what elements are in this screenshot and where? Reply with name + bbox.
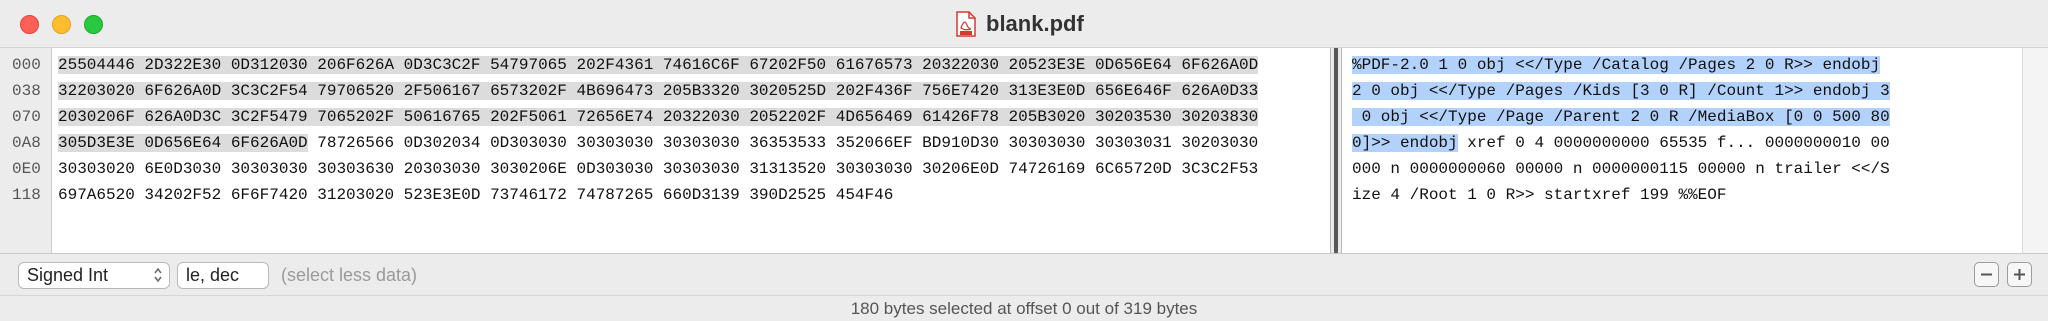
hex-row[interactable]: 32203020 6F626A0D 3C3C2F54 79706520 2F50… xyxy=(58,78,1259,104)
text-selected[interactable]: 0 obj <</Type /Page /Parent 2 0 R /Media… xyxy=(1352,108,1890,126)
endianness-format-button[interactable]: le, dec xyxy=(177,262,269,289)
offset-label: 118 xyxy=(12,186,41,204)
value-inspector-hint: (select less data) xyxy=(281,265,418,285)
text-row[interactable]: %PDF-2.0 1 0 obj <</Type /Catalog /Pages… xyxy=(1352,52,1881,78)
hex-selected-bytes[interactable]: 305D3E3E 0D656E64 6F626A0D xyxy=(58,134,308,152)
add-inspector-button[interactable] xyxy=(2007,262,2032,287)
hex-selected-bytes[interactable]: 2030206F 626A0D3C 3C2F5479 7065202F 5061… xyxy=(58,108,1259,126)
offset-label: 070 xyxy=(12,108,41,126)
hex-bytes[interactable]: 78726566 0D302034 0D303030 30303030 3030… xyxy=(308,134,1258,152)
vertical-scrollbar[interactable] xyxy=(2022,48,2048,253)
hex-bytes[interactable]: 697A6520 34202F52 6F6F7420 31203020 523E… xyxy=(58,186,893,204)
close-window-button[interactable] xyxy=(20,15,39,34)
text-selected[interactable]: 2 0 obj <</Type /Pages /Kids [3 0 R] /Co… xyxy=(1352,82,1890,100)
minus-icon xyxy=(1981,273,1992,276)
hex-row[interactable]: 30303020 6E0D3030 30303030 30303630 2030… xyxy=(58,156,1258,182)
hex-bytes[interactable]: 30303020 6E0D3030 30303030 30303630 2030… xyxy=(58,160,1258,178)
pane-splitter[interactable] xyxy=(1330,48,1342,253)
hex-selected-bytes[interactable]: 25504446 2D322E30 0D312030 206F626A 0D3C… xyxy=(58,56,1259,74)
text-row[interactable]: 0 obj <</Type /Page /Parent 2 0 R /Media… xyxy=(1352,104,1890,130)
endianness-format-value: le, dec xyxy=(186,265,240,285)
text-pane[interactable]: %PDF-2.0 1 0 obj <</Type /Catalog /Pages… xyxy=(1342,48,2022,253)
text-selected[interactable]: %PDF-2.0 1 0 obj <</Type /Catalog /Pages… xyxy=(1352,56,1881,74)
offset-column: 000 038 070 0A8 0E0 118 xyxy=(0,48,52,253)
text-unselected[interactable]: 000 n 0000000060 00000 n 0000000115 0000… xyxy=(1352,160,1890,178)
plus-icon xyxy=(2014,269,2025,280)
title-bar: blank.pdf xyxy=(0,0,2048,48)
window-title: blank.pdf xyxy=(986,11,1084,36)
hex-editor-view[interactable]: 000 038 070 0A8 0E0 118 25504446 2D322E3… xyxy=(0,48,2048,253)
zoom-window-button[interactable] xyxy=(84,15,103,34)
select-arrows-icon xyxy=(154,267,162,283)
window-title-group: blank.pdf xyxy=(956,10,1084,38)
offset-label: 038 xyxy=(12,82,41,100)
text-unselected[interactable]: xref 0 4 0000000000 65535 f... 000000001… xyxy=(1458,134,1889,152)
text-row[interactable]: 2 0 obj <</Type /Pages /Kids [3 0 R] /Co… xyxy=(1352,78,1890,104)
data-type-value: Signed Int xyxy=(27,265,109,285)
status-bar: 180 bytes selected at offset 0 out of 31… xyxy=(0,295,2048,321)
hex-selected-bytes[interactable]: 32203020 6F626A0D 3C3C2F54 79706520 2F50… xyxy=(58,82,1259,100)
offset-label: 000 xyxy=(12,56,41,74)
selection-status: 180 bytes selected at offset 0 out of 31… xyxy=(850,299,1198,318)
text-selected[interactable]: 0]>> endobj xyxy=(1352,134,1458,152)
offset-label: 0A8 xyxy=(12,134,41,152)
hex-row[interactable]: 305D3E3E 0D656E64 6F626A0D 78726566 0D30… xyxy=(58,130,1258,156)
hex-bytes-pane[interactable]: 25504446 2D322E30 0D312030 206F626A 0D3C… xyxy=(52,48,1330,253)
remove-inspector-button[interactable] xyxy=(1974,262,1999,287)
text-row[interactable]: 000 n 0000000060 00000 n 0000000115 0000… xyxy=(1352,156,1890,182)
data-type-select[interactable]: Signed Int xyxy=(18,262,170,289)
hex-row[interactable]: 697A6520 34202F52 6F6F7420 31203020 523E… xyxy=(58,182,893,208)
hex-row[interactable]: 2030206F 626A0D3C 3C2F5479 7065202F 5061… xyxy=(58,104,1259,130)
hex-row[interactable]: 25504446 2D322E30 0D312030 206F626A 0D3C… xyxy=(58,52,1259,78)
text-unselected[interactable]: ize 4 /Root 1 0 R>> startxref 199 %%EOF xyxy=(1352,186,1726,204)
minimize-window-button[interactable] xyxy=(52,15,71,34)
bottom-toolbar: Signed Int le, dec (select less data) xyxy=(0,253,2048,295)
text-row[interactable]: 0]>> endobj xref 0 4 0000000000 65535 f.… xyxy=(1352,130,1890,156)
hex-editor-window: blank.pdf 000 038 070 0A8 0E0 118 255044… xyxy=(0,0,2048,321)
offset-label: 0E0 xyxy=(12,160,41,178)
pdf-file-icon xyxy=(956,11,976,37)
text-row[interactable]: ize 4 /Root 1 0 R>> startxref 199 %%EOF xyxy=(1352,182,1726,208)
